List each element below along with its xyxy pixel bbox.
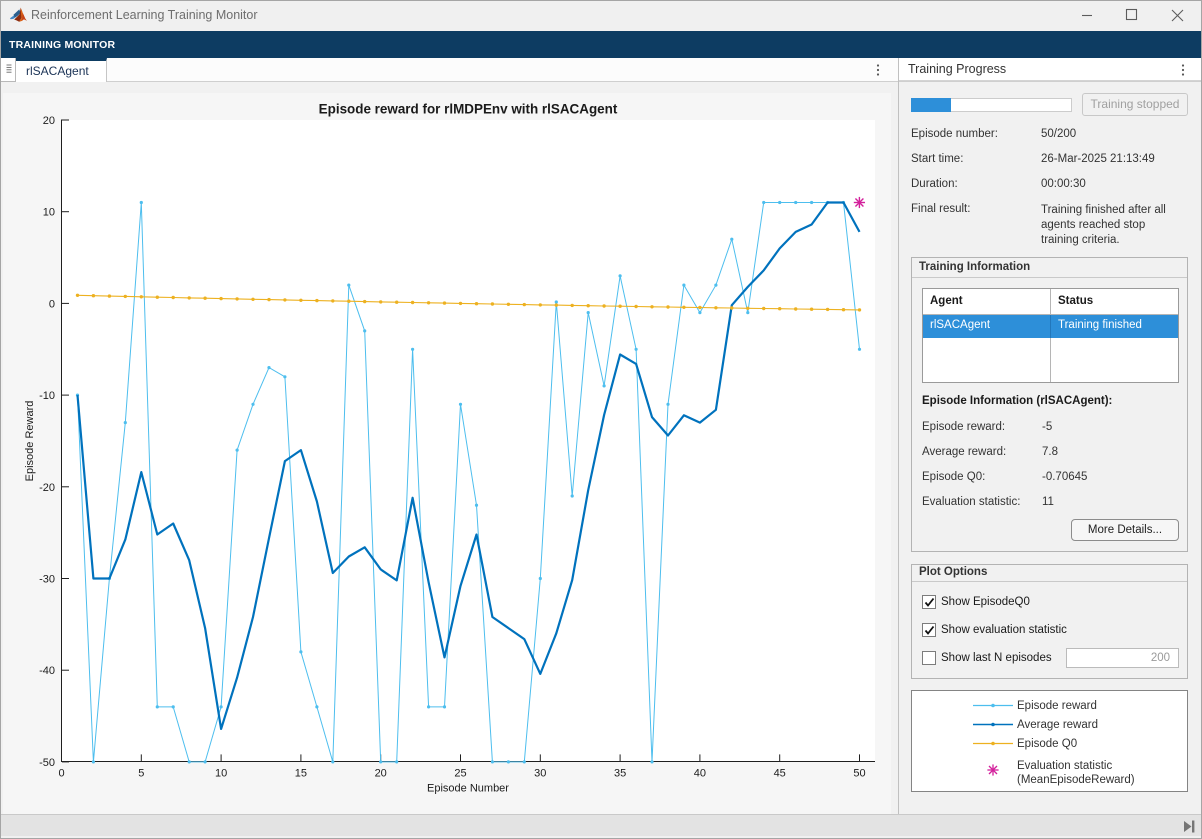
svg-text:Episode reward: Episode reward <box>1017 700 1097 712</box>
svg-text:Episode Reward: Episode Reward <box>24 401 36 482</box>
svg-text:20: 20 <box>43 115 55 127</box>
svg-text:Average reward: Average reward <box>1017 719 1098 731</box>
svg-text:50: 50 <box>853 768 865 780</box>
svg-text:20: 20 <box>375 768 387 780</box>
svg-text:-20: -20 <box>39 482 55 494</box>
svg-text:-10: -10 <box>39 390 55 402</box>
svg-text:(MeanEpisodeReward): (MeanEpisodeReward) <box>1017 774 1135 786</box>
svg-text:Episode Number: Episode Number <box>427 783 509 795</box>
svg-text:Evaluation statistic: Evaluation statistic <box>1017 760 1112 772</box>
svg-text:35: 35 <box>614 768 626 780</box>
svg-text:0: 0 <box>58 768 64 780</box>
svg-text:5: 5 <box>138 768 144 780</box>
svg-text:25: 25 <box>454 768 466 780</box>
svg-text:Episode Q0: Episode Q0 <box>1017 738 1077 750</box>
svg-text:-30: -30 <box>39 574 55 586</box>
svg-text:10: 10 <box>215 768 227 780</box>
svg-text:30: 30 <box>534 768 546 780</box>
svg-text:Episode reward for rlMDPEnv wi: Episode reward for rlMDPEnv with rlSACAg… <box>319 102 618 117</box>
svg-text:10: 10 <box>43 207 55 219</box>
svg-text:-40: -40 <box>39 665 55 677</box>
svg-text:0: 0 <box>49 298 55 310</box>
svg-text:15: 15 <box>295 768 307 780</box>
svg-text:40: 40 <box>694 768 706 780</box>
svg-text:45: 45 <box>774 768 786 780</box>
svg-text:-50: -50 <box>39 757 55 769</box>
